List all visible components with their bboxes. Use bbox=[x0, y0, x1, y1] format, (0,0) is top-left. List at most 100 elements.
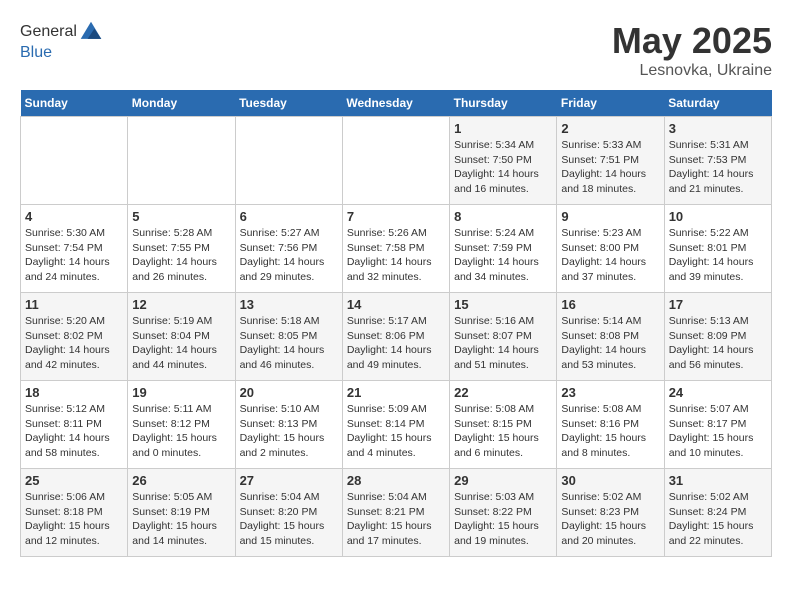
day-content: Sunrise: 5:08 AMSunset: 8:15 PMDaylight:… bbox=[454, 402, 552, 461]
weekday-header-thursday: Thursday bbox=[450, 90, 557, 117]
logo-icon bbox=[79, 20, 103, 44]
logo: General Blue bbox=[20, 20, 103, 62]
calendar-table: SundayMondayTuesdayWednesdayThursdayFrid… bbox=[20, 90, 772, 557]
calendar-cell: 20 Sunrise: 5:10 AMSunset: 8:13 PMDayligh… bbox=[235, 381, 342, 469]
day-number: 12 bbox=[132, 297, 230, 312]
day-content: Sunrise: 5:28 AMSunset: 7:55 PMDaylight:… bbox=[132, 226, 230, 285]
calendar-cell: 12 Sunrise: 5:19 AMSunset: 8:04 PMDayligh… bbox=[128, 293, 235, 381]
day-content: Sunrise: 5:18 AMSunset: 8:05 PMDaylight:… bbox=[240, 314, 338, 373]
day-content: Sunrise: 5:20 AMSunset: 8:02 PMDaylight:… bbox=[25, 314, 123, 373]
day-content: Sunrise: 5:04 AMSunset: 8:20 PMDaylight:… bbox=[240, 490, 338, 549]
calendar-cell: 18 Sunrise: 5:12 AMSunset: 8:11 PMDayligh… bbox=[21, 381, 128, 469]
day-content: Sunrise: 5:17 AMSunset: 8:06 PMDaylight:… bbox=[347, 314, 445, 373]
calendar-cell: 2Sunrise: 5:33 AMSunset: 7:51 PMDaylight… bbox=[557, 117, 664, 205]
calendar-cell bbox=[21, 117, 128, 205]
day-number: 21 bbox=[347, 385, 445, 400]
calendar-cell: 30Sunrise: 5:02 AMSunset: 8:23 PMDayligh… bbox=[557, 469, 664, 557]
calendar-week-5: 25Sunrise: 5:06 AMSunset: 8:18 PMDayligh… bbox=[21, 469, 772, 557]
calendar-week-1: 1 Sunrise: 5:34 AMSunset: 7:50 PMDaylight… bbox=[21, 117, 772, 205]
calendar-cell: 13 Sunrise: 5:18 AMSunset: 8:05 PMDayligh… bbox=[235, 293, 342, 381]
day-number: 13 bbox=[240, 297, 338, 312]
title-month: May 2025 bbox=[612, 20, 772, 62]
title-location: Lesnovka, Ukraine bbox=[612, 62, 772, 80]
day-content: Sunrise: 5:24 AMSunset: 7:59 PMDaylight:… bbox=[454, 226, 552, 285]
day-number: 14 bbox=[347, 297, 445, 312]
logo-text: General Blue bbox=[20, 20, 103, 62]
day-content: Sunrise: 5:33 AMSunset: 7:51 PMDaylight:… bbox=[561, 138, 659, 197]
calendar-cell: 8Sunrise: 5:24 AMSunset: 7:59 PMDaylight… bbox=[450, 205, 557, 293]
day-content: Sunrise: 5:06 AMSunset: 8:18 PMDaylight:… bbox=[25, 490, 123, 549]
day-content: Sunrise: 5:12 AMSunset: 8:11 PMDaylight:… bbox=[25, 402, 123, 461]
calendar-cell: 26Sunrise: 5:05 AMSunset: 8:19 PMDayligh… bbox=[128, 469, 235, 557]
calendar-cell: 15 Sunrise: 5:16 AMSunset: 8:07 PMDayligh… bbox=[450, 293, 557, 381]
day-number: 31 bbox=[669, 473, 767, 488]
day-number: 24 bbox=[669, 385, 767, 400]
day-content: Sunrise: 5:16 AMSunset: 8:07 PMDaylight:… bbox=[454, 314, 552, 373]
calendar-cell: 4 Sunrise: 5:30 AMSunset: 7:54 PMDaylight… bbox=[21, 205, 128, 293]
calendar-cell: 28 Sunrise: 5:04 AMSunset: 8:21 PMDayligh… bbox=[342, 469, 449, 557]
day-number: 15 bbox=[454, 297, 552, 312]
day-number: 22 bbox=[454, 385, 552, 400]
calendar-cell: 25Sunrise: 5:06 AMSunset: 8:18 PMDayligh… bbox=[21, 469, 128, 557]
day-content: Sunrise: 5:08 AMSunset: 8:16 PMDaylight:… bbox=[561, 402, 659, 461]
day-content: Sunrise: 5:26 AMSunset: 7:58 PMDaylight:… bbox=[347, 226, 445, 285]
weekday-header-wednesday: Wednesday bbox=[342, 90, 449, 117]
weekday-header-monday: Monday bbox=[128, 90, 235, 117]
day-number: 4 bbox=[25, 209, 123, 224]
day-content: Sunrise: 5:10 AMSunset: 8:13 PMDaylight:… bbox=[240, 402, 338, 461]
calendar-cell: 6 Sunrise: 5:27 AMSunset: 7:56 PMDaylight… bbox=[235, 205, 342, 293]
day-content: Sunrise: 5:11 AMSunset: 8:12 PMDaylight:… bbox=[132, 402, 230, 461]
calendar-cell: 5 Sunrise: 5:28 AMSunset: 7:55 PMDaylight… bbox=[128, 205, 235, 293]
calendar-cell: 17Sunrise: 5:13 AMSunset: 8:09 PMDayligh… bbox=[664, 293, 771, 381]
day-content: Sunrise: 5:30 AMSunset: 7:54 PMDaylight:… bbox=[25, 226, 123, 285]
day-content: Sunrise: 5:04 AMSunset: 8:21 PMDaylight:… bbox=[347, 490, 445, 549]
day-number: 5 bbox=[132, 209, 230, 224]
weekday-header-tuesday: Tuesday bbox=[235, 90, 342, 117]
day-number: 26 bbox=[132, 473, 230, 488]
day-number: 27 bbox=[240, 473, 338, 488]
day-number: 19 bbox=[132, 385, 230, 400]
day-content: Sunrise: 5:23 AMSunset: 8:00 PMDaylight:… bbox=[561, 226, 659, 285]
calendar-cell: 24 Sunrise: 5:07 AMSunset: 8:17 PMDayligh… bbox=[664, 381, 771, 469]
calendar-cell: 9 Sunrise: 5:23 AMSunset: 8:00 PMDaylight… bbox=[557, 205, 664, 293]
day-content: Sunrise: 5:03 AMSunset: 8:22 PMDaylight:… bbox=[454, 490, 552, 549]
calendar-cell: 7Sunrise: 5:26 AMSunset: 7:58 PMDaylight… bbox=[342, 205, 449, 293]
weekday-header-saturday: Saturday bbox=[664, 90, 771, 117]
day-content: Sunrise: 5:34 AMSunset: 7:50 PMDaylight:… bbox=[454, 138, 552, 197]
day-content: Sunrise: 5:13 AMSunset: 8:09 PMDaylight:… bbox=[669, 314, 767, 373]
day-content: Sunrise: 5:27 AMSunset: 7:56 PMDaylight:… bbox=[240, 226, 338, 285]
calendar-cell: 1 Sunrise: 5:34 AMSunset: 7:50 PMDaylight… bbox=[450, 117, 557, 205]
logo-blue: Blue bbox=[20, 44, 52, 61]
day-content: Sunrise: 5:19 AMSunset: 8:04 PMDaylight:… bbox=[132, 314, 230, 373]
calendar-cell: 11 Sunrise: 5:20 AMSunset: 8:02 PMDayligh… bbox=[21, 293, 128, 381]
day-content: Sunrise: 5:22 AMSunset: 8:01 PMDaylight:… bbox=[669, 226, 767, 285]
day-number: 28 bbox=[347, 473, 445, 488]
day-number: 18 bbox=[25, 385, 123, 400]
calendar-cell: 27 Sunrise: 5:04 AMSunset: 8:20 PMDayligh… bbox=[235, 469, 342, 557]
day-content: Sunrise: 5:02 AMSunset: 8:24 PMDaylight:… bbox=[669, 490, 767, 549]
day-number: 23 bbox=[561, 385, 659, 400]
calendar-cell: 23 Sunrise: 5:08 AMSunset: 8:16 PMDayligh… bbox=[557, 381, 664, 469]
calendar-cell: 31 Sunrise: 5:02 AMSunset: 8:24 PMDayligh… bbox=[664, 469, 771, 557]
calendar-week-2: 4 Sunrise: 5:30 AMSunset: 7:54 PMDaylight… bbox=[21, 205, 772, 293]
day-content: Sunrise: 5:02 AMSunset: 8:23 PMDaylight:… bbox=[561, 490, 659, 549]
day-number: 29 bbox=[454, 473, 552, 488]
calendar-week-3: 11 Sunrise: 5:20 AMSunset: 8:02 PMDayligh… bbox=[21, 293, 772, 381]
calendar-cell bbox=[235, 117, 342, 205]
calendar-cell: 19 Sunrise: 5:11 AMSunset: 8:12 PMDayligh… bbox=[128, 381, 235, 469]
day-number: 1 bbox=[454, 121, 552, 136]
day-number: 20 bbox=[240, 385, 338, 400]
title-block: May 2025 Lesnovka, Ukraine bbox=[612, 20, 772, 80]
day-number: 10 bbox=[669, 209, 767, 224]
calendar-cell: 10 Sunrise: 5:22 AMSunset: 8:01 PMDayligh… bbox=[664, 205, 771, 293]
day-content: Sunrise: 5:07 AMSunset: 8:17 PMDaylight:… bbox=[669, 402, 767, 461]
calendar-cell: 29 Sunrise: 5:03 AMSunset: 8:22 PMDayligh… bbox=[450, 469, 557, 557]
day-number: 9 bbox=[561, 209, 659, 224]
calendar-cell: 21Sunrise: 5:09 AMSunset: 8:14 PMDayligh… bbox=[342, 381, 449, 469]
day-content: Sunrise: 5:31 AMSunset: 7:53 PMDaylight:… bbox=[669, 138, 767, 197]
day-number: 6 bbox=[240, 209, 338, 224]
calendar-cell bbox=[128, 117, 235, 205]
day-number: 11 bbox=[25, 297, 123, 312]
logo-general: General bbox=[20, 23, 77, 41]
calendar-cell: 14 Sunrise: 5:17 AMSunset: 8:06 PMDayligh… bbox=[342, 293, 449, 381]
